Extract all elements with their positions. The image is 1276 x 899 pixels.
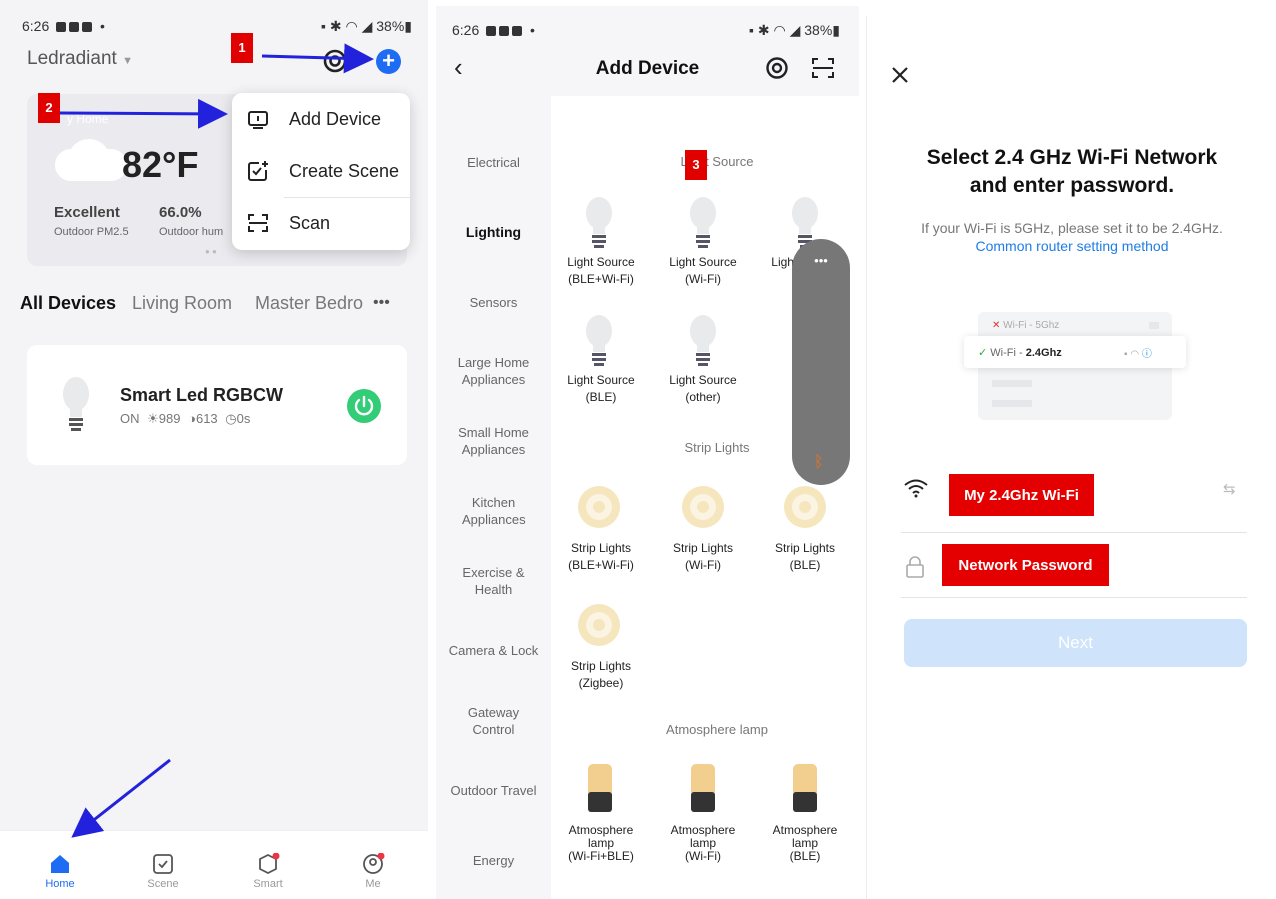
page-title: Add Device bbox=[595, 58, 700, 79]
wifi-password-input[interactable]: Network Password bbox=[942, 544, 1109, 586]
device-light-wifi[interactable]: Light Source (Wi-Fi) bbox=[653, 254, 753, 288]
notification-icon bbox=[512, 26, 523, 36]
category-kitchen-appliances[interactable]: Kitchen Appliances bbox=[436, 494, 551, 528]
wifi-icon bbox=[904, 479, 928, 498]
annotation-arrows bbox=[59, 43, 374, 838]
category-energy[interactable]: Energy bbox=[436, 852, 551, 869]
device-strip-zigbee[interactable]: Strip Lights (Zigbee) bbox=[551, 658, 651, 692]
device-light-other[interactable]: Light Source (other) bbox=[653, 372, 753, 406]
lamp-icon bbox=[793, 764, 817, 812]
device-atmo-wifi-ble[interactable]: Atmosphere lamp (Wi-Fi+BLE) bbox=[551, 824, 651, 863]
category-outdoor-travel[interactable]: Outdoor Travel bbox=[436, 782, 551, 799]
status-bar: 6:26 • ▪ ✱ ◠ ◢ 38%▮ bbox=[452, 22, 840, 38]
device-strip-ble[interactable]: Strip Lights (BLE) bbox=[755, 540, 855, 574]
scan-icon[interactable] bbox=[811, 56, 835, 80]
category-lighting[interactable]: Lighting bbox=[436, 224, 551, 241]
next-button[interactable]: Next bbox=[904, 619, 1247, 667]
category-electrical[interactable]: Electrical bbox=[436, 154, 551, 171]
bluetooth-icon: ᛒ bbox=[814, 454, 824, 471]
notification-icon bbox=[486, 26, 497, 36]
router-setting-link[interactable]: Common router setting method bbox=[867, 238, 1276, 254]
bulb-icon bbox=[690, 315, 716, 366]
section-strip-lights: Strip Lights bbox=[684, 440, 750, 455]
lamp-icon bbox=[691, 764, 715, 812]
battery-status: ▪ ✱ ◠ ◢ 38%▮ bbox=[749, 22, 840, 38]
device-strip-wifi[interactable]: Strip Lights (Wi-Fi) bbox=[653, 540, 753, 574]
bulb-icon bbox=[690, 197, 716, 248]
device-light-ble[interactable]: Light Source (BLE) bbox=[551, 372, 651, 406]
strip-light-icon bbox=[578, 604, 620, 646]
device-strip-ble-wifi[interactable]: Strip Lights (BLE+Wi-Fi) bbox=[551, 540, 651, 574]
section-atmosphere-lamp: Atmosphere lamp bbox=[666, 722, 768, 737]
home-screen: 6:26 • ▪ ✱ ◠ ◢ 38%▮ Ledradiant ▼ + y Hom… bbox=[0, 0, 428, 899]
wifi-setup-screen: Select 2.4 GHz Wi-Fi Network and enter p… bbox=[866, 16, 1276, 899]
wifi-ssid-input[interactable]: My 2.4Ghz Wi-Fi bbox=[949, 474, 1094, 516]
status-time: 6:26 bbox=[452, 22, 480, 38]
lock-icon bbox=[906, 556, 924, 578]
strip-light-icon bbox=[784, 486, 826, 528]
divider bbox=[901, 597, 1247, 598]
add-device-screen: 6:26 • ▪ ✱ ◠ ◢ 38%▮ ‹ Add Device Electri… bbox=[436, 6, 859, 899]
close-icon[interactable] bbox=[891, 66, 909, 84]
voice-assistant-icon[interactable] bbox=[765, 56, 789, 80]
annotation-3: 3 bbox=[685, 150, 707, 180]
device-atmo-wifi[interactable]: Atmosphere lamp (Wi-Fi) bbox=[653, 824, 753, 863]
category-sensors[interactable]: Sensors bbox=[436, 294, 551, 311]
switch-network-icon[interactable]: ⇆ bbox=[1223, 480, 1236, 498]
notification-icon bbox=[499, 26, 510, 36]
category-small-home-appliances[interactable]: Small Home Appliances bbox=[436, 424, 551, 458]
device-light-ble-wifi[interactable]: Light Source (BLE+Wi-Fi) bbox=[551, 254, 651, 288]
strip-light-icon bbox=[682, 486, 724, 528]
divider bbox=[901, 532, 1247, 533]
category-large-home-appliances[interactable]: Large Home Appliances bbox=[436, 354, 551, 388]
page-title: Select 2.4 GHz Wi-Fi Network and enter p… bbox=[926, 146, 1218, 197]
hint-text: If your Wi-Fi is 5GHz, please set it to … bbox=[921, 220, 1223, 236]
device-list: Light Source Light Source (BLE+Wi-Fi) Lig… bbox=[551, 96, 859, 899]
category-camera-lock[interactable]: Camera & Lock bbox=[436, 642, 551, 659]
bulb-icon bbox=[586, 315, 612, 366]
device-atmo-ble[interactable]: Atmosphere lamp (BLE) bbox=[755, 824, 855, 863]
lamp-icon bbox=[588, 764, 612, 812]
more-icon[interactable]: ••• bbox=[792, 253, 850, 268]
category-gateway-control[interactable]: Gateway Control bbox=[436, 704, 551, 738]
floating-scan-panel[interactable]: ••• ᛒ bbox=[792, 239, 850, 485]
category-exercise-health[interactable]: Exercise & Health bbox=[436, 564, 551, 598]
wifi-illustration: ✕ Wi-Fi - 5Ghz ✓ Wi-Fi - 2.4Ghz ▪ ◠ ⓘ bbox=[964, 312, 1186, 420]
strip-light-icon bbox=[578, 486, 620, 528]
section-light-source: Light Source bbox=[680, 154, 754, 169]
bulb-icon bbox=[586, 197, 612, 248]
wifi-illustration-selected: ✓ Wi-Fi - 2.4Ghz ▪ ◠ ⓘ bbox=[964, 336, 1186, 368]
